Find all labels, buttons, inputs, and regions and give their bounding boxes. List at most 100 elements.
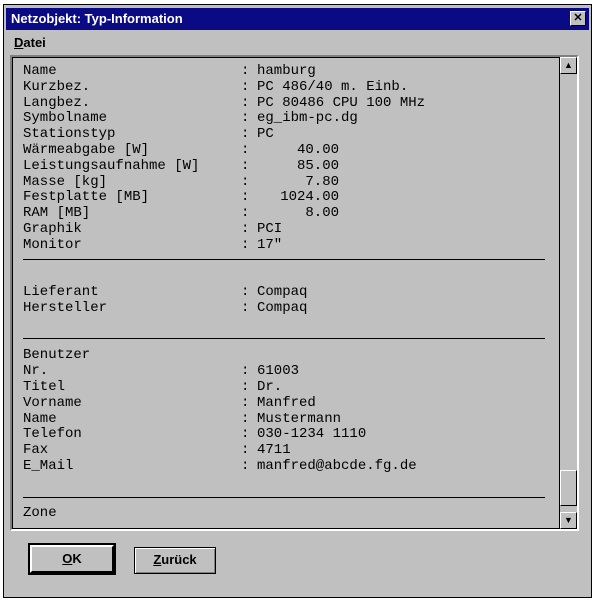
field-label: Hersteller (23, 299, 108, 316)
field-separator: : (241, 173, 250, 190)
field-label: Fax (23, 442, 49, 459)
field-separator: : (241, 426, 250, 443)
field-separator: : (241, 394, 250, 411)
scroll-down-button[interactable]: ▼ (560, 512, 577, 529)
info-row: Graphik: PCI (23, 220, 282, 238)
scroll-up-button[interactable]: ▲ (560, 57, 577, 74)
field-value: 17" (257, 236, 283, 253)
field-value: 1024.00 (280, 189, 339, 206)
section-divider (23, 497, 545, 498)
field-value: 7.80 (305, 173, 339, 190)
arrow-down-icon: ▼ (564, 515, 573, 525)
field-value: manfred@abcde.fg.de (257, 457, 417, 474)
field-separator: : (241, 442, 250, 459)
field-label: RAM [MB] (23, 205, 91, 222)
title-bar[interactable]: Netzobjekt: Typ-Information ✕ (6, 8, 589, 30)
field-value: PC 80486 CPU 100 MHz (257, 94, 426, 111)
field-label: Name (23, 410, 57, 427)
field-value: 61003 (257, 363, 300, 380)
field-separator: : (241, 236, 250, 253)
scroll-thumb[interactable] (560, 470, 577, 506)
info-row: Fax:4711 (23, 442, 291, 459)
field-value: 8.00 (305, 205, 339, 222)
field-value: Dr. (257, 378, 283, 395)
field-value: PC (257, 126, 274, 143)
close-icon: ✕ (573, 12, 583, 24)
field-separator: : (241, 410, 250, 427)
field-separator: : (241, 378, 250, 395)
field-label: E_Mail (23, 457, 74, 474)
menu-bar: Datei (6, 32, 589, 54)
vertical-scrollbar[interactable]: ▲ ▼ (559, 57, 577, 529)
info-row: Nr.:61003 (23, 363, 299, 380)
arrow-up-icon: ▲ (564, 60, 573, 70)
info-row: Name: Mustermann (23, 410, 341, 428)
field-label: Telefon (23, 426, 82, 443)
info-row: E_Mail: manfred@abcde.fg.de (23, 457, 417, 475)
field-separator: : (241, 141, 250, 158)
field-label: Masse [kg] (23, 173, 108, 190)
ok-button[interactable]: OK (28, 543, 116, 575)
close-button[interactable]: ✕ (570, 11, 586, 26)
field-separator: : (241, 220, 250, 237)
info-row: Titel: Dr. (23, 378, 282, 396)
field-separator: : (241, 284, 250, 301)
field-value: 030-1234 1110 (257, 426, 367, 443)
field-label: Graphik (23, 220, 82, 237)
info-row: Symbolname: eg_ibm-pc.dg (23, 111, 358, 127)
field-separator: : (241, 63, 250, 79)
field-value: eg_ibm-pc.dg (257, 110, 358, 127)
field-separator: : (241, 457, 250, 474)
section-divider (23, 259, 545, 260)
field-label: Stationstyp (23, 126, 116, 143)
field-separator: : (241, 189, 250, 206)
info-text-area: Name: hamburg Kurzbez.: PC 486/40 m. Einb. L… (12, 57, 559, 529)
info-panel[interactable]: Name: hamburg Kurzbez.: PC 486/40 m. Einb. L… (10, 55, 579, 531)
field-separator: : (241, 299, 250, 316)
field-value: 85.00 (296, 157, 339, 174)
field-value: Mustermann (257, 410, 342, 427)
field-value: 4711 (257, 442, 291, 459)
info-row: Stationstyp: PC (23, 126, 274, 143)
field-separator: : (241, 94, 250, 111)
info-row: Kurzbez.: PC 486/40 m. Einb. (23, 78, 408, 96)
field-label: Nr. (23, 363, 49, 380)
info-row: Festplatte [MB]: 1024.00 (23, 190, 339, 206)
field-label: Name (23, 63, 57, 79)
section-heading: Zone (23, 505, 57, 522)
field-value: Compaq (257, 284, 308, 301)
info-row: RAM [MB]: 8.00 (23, 205, 339, 222)
window-title: Netzobjekt: Typ-Information (11, 11, 183, 26)
field-value: PCI (257, 220, 283, 237)
field-label: Leistungsaufnahme [W] (23, 157, 200, 174)
info-row: Lieferant: Compaq (23, 284, 307, 301)
info-row: Vorname: Manfred (23, 394, 316, 412)
field-value: 40.00 (296, 141, 339, 158)
info-row: Telefon:030-1234 1110 (23, 426, 366, 443)
field-separator: : (241, 205, 250, 222)
field-separator: : (241, 157, 250, 174)
section-divider (23, 338, 545, 339)
field-label: Festplatte [MB] (23, 189, 150, 206)
section-heading: Benutzer (23, 347, 91, 364)
menu-datei[interactable]: Datei (14, 32, 46, 54)
info-row: Monitor:17" (23, 237, 282, 254)
field-separator: : (241, 126, 250, 143)
info-row: Masse [kg]: 7.80 (23, 174, 339, 191)
field-label: Titel (23, 378, 66, 395)
field-value: Manfred (257, 394, 316, 411)
info-rows: Name: hamburg Kurzbez.: PC 486/40 m. Einb. L… (23, 63, 425, 522)
field-separator: : (241, 78, 250, 95)
back-button[interactable]: Zurück (134, 547, 216, 574)
field-label: Kurzbez. (23, 78, 91, 95)
field-value: hamburg (257, 63, 316, 79)
field-value: PC 486/40 m. Einb. (257, 78, 409, 95)
info-row: Langbez.: PC 80486 CPU 100 MHz (23, 95, 425, 112)
field-label: Vorname (23, 394, 82, 411)
